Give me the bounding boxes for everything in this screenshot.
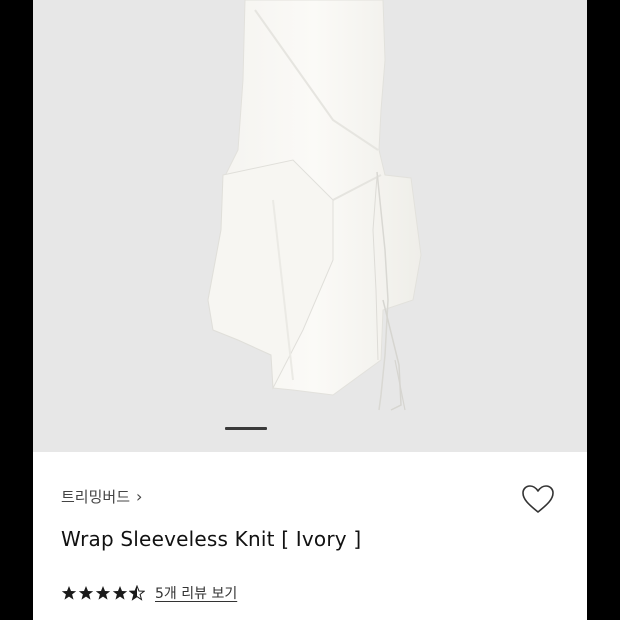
product-card: 트리밍버드 › Wrap Sleeveless Knit [ Ivory ] 5… — [33, 0, 587, 620]
brand-link[interactable]: 트리밍버드 › — [61, 486, 142, 507]
product-title: Wrap Sleeveless Knit [ Ivory ] — [61, 527, 362, 551]
star-icon — [61, 586, 77, 600]
wishlist-button[interactable] — [519, 481, 557, 517]
chevron-right-icon: › — [136, 486, 143, 506]
reviews-link[interactable]: 5개 리뷰 보기 — [155, 583, 237, 603]
star-rating — [61, 585, 145, 601]
star-icon — [95, 586, 111, 600]
star-half-icon — [129, 585, 145, 601]
star-icon — [78, 586, 94, 600]
carousel-indicator-active[interactable] — [225, 427, 267, 430]
product-photo — [207, 0, 422, 411]
rating-row: 5개 리뷰 보기 — [61, 583, 237, 603]
product-image-carousel[interactable] — [33, 0, 587, 452]
heart-outline-icon — [522, 485, 554, 513]
brand-name: 트리밍버드 — [61, 488, 131, 506]
star-icon — [112, 586, 128, 600]
